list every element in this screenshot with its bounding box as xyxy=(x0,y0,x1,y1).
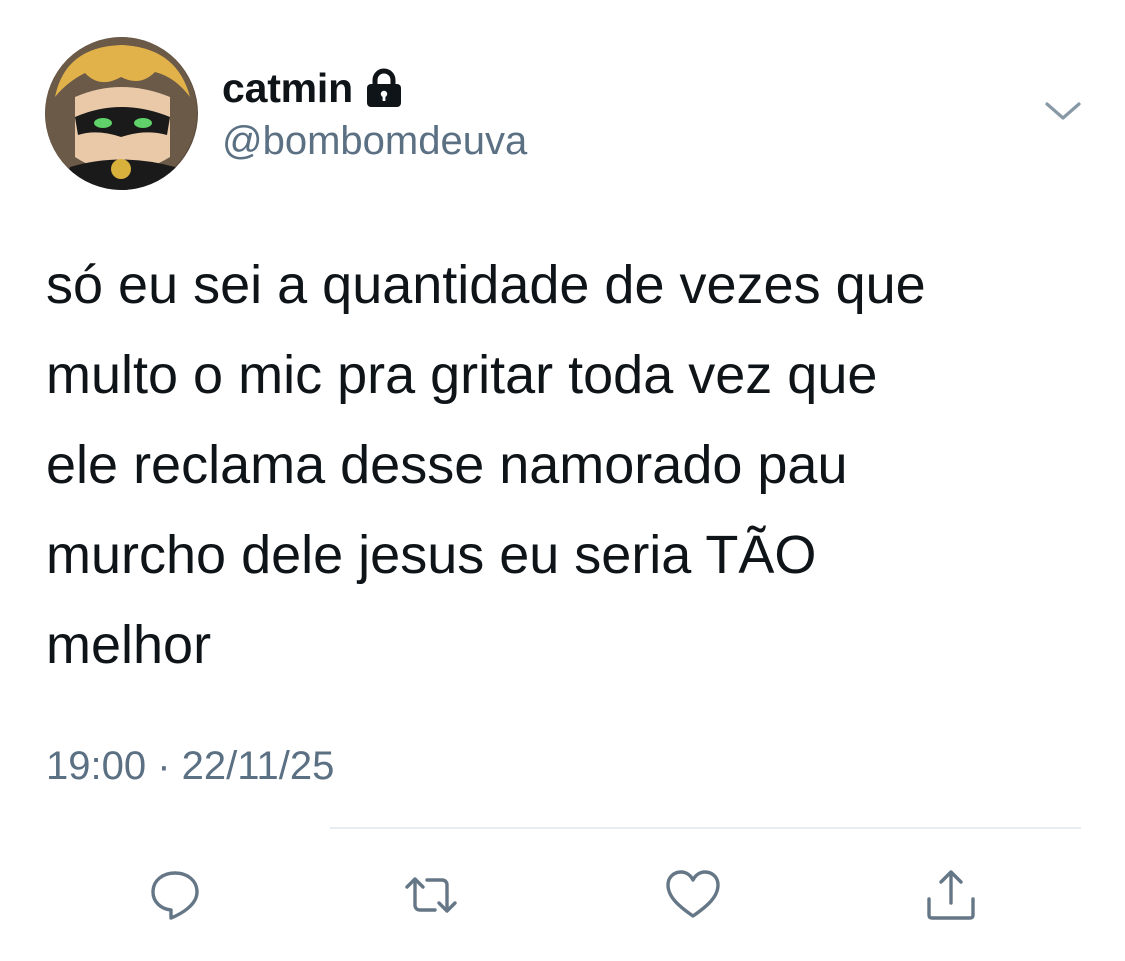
reply-button[interactable] xyxy=(142,862,208,928)
display-name[interactable]: catmin xyxy=(222,67,353,109)
tweet-date: 22/11/25 xyxy=(181,744,335,788)
tweet-time: 19:00 xyxy=(46,744,147,788)
like-button[interactable] xyxy=(660,862,726,928)
tweet-timestamp[interactable]: 19:00 · 22/11/25 xyxy=(46,740,334,792)
share-button[interactable] xyxy=(918,862,984,928)
retweet-button[interactable] xyxy=(398,862,464,928)
chevron-down-icon[interactable] xyxy=(1043,96,1083,126)
divider xyxy=(330,827,1081,829)
avatar-image xyxy=(45,37,198,190)
user-handle[interactable]: @bombomdeuva xyxy=(222,118,527,164)
meta-separator: · xyxy=(146,744,182,788)
share-icon xyxy=(927,870,975,920)
user-header: catmin xyxy=(222,62,403,114)
tweet-text: só eu sei a quantidade de vezes que mult… xyxy=(46,255,926,675)
lock-icon xyxy=(366,68,401,107)
heart-icon xyxy=(666,870,720,918)
retweet-icon xyxy=(405,877,457,913)
avatar[interactable] xyxy=(45,37,198,190)
reply-icon xyxy=(151,871,199,920)
